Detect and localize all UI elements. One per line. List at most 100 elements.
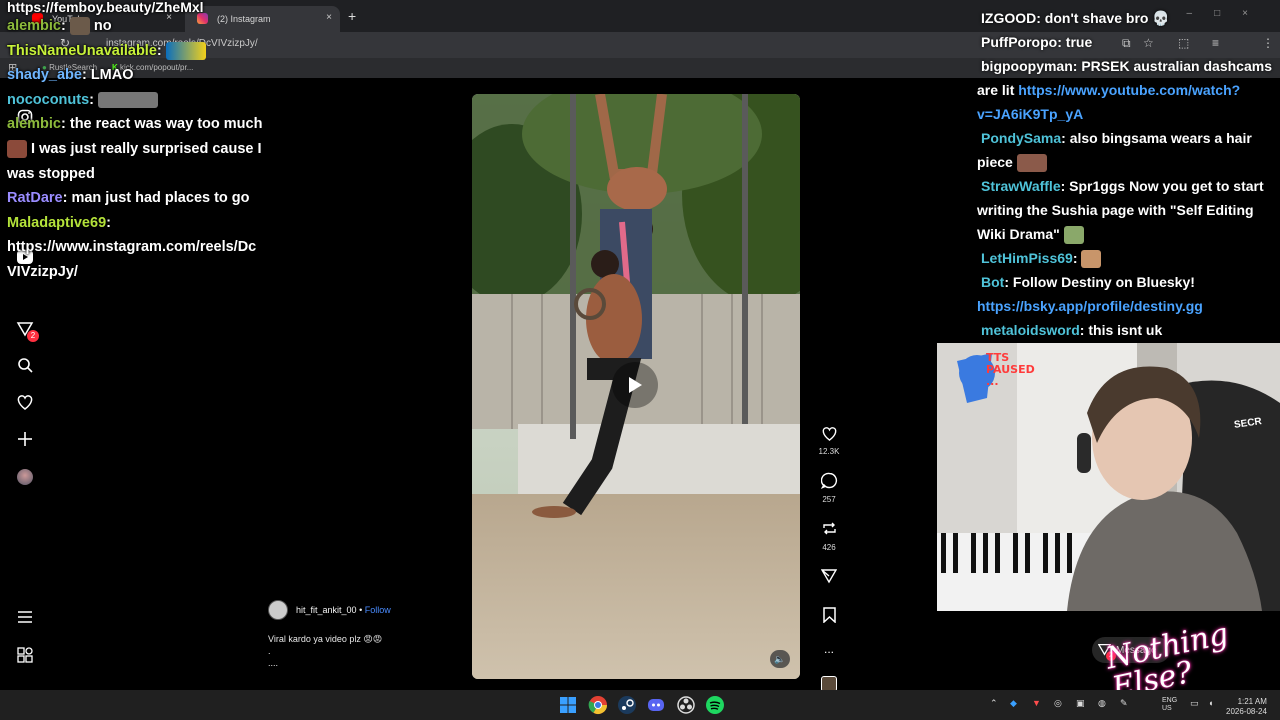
chat-line: IZGOOD: don't shave bro 💀 xyxy=(981,10,1170,26)
chat-line: v=JA6iK9Tp_yA xyxy=(977,102,1277,126)
hamburger-menu-icon[interactable] xyxy=(14,606,36,628)
tts-paused-label: TTS PAUSED ... xyxy=(986,351,1035,388)
notifications-heart-icon[interactable] xyxy=(14,391,36,413)
chat-message: Spr1ggs Now you get to start xyxy=(1069,178,1264,194)
chat-message: no xyxy=(93,18,112,34)
repost-button[interactable]: 426 xyxy=(814,520,844,552)
profile-avatar[interactable] xyxy=(14,466,36,488)
chat-username: alembic xyxy=(7,116,61,133)
chat-line: ThisNameUnavailable: xyxy=(7,39,327,64)
save-button[interactable] xyxy=(814,607,844,628)
tray-obs-icon[interactable]: ◎ xyxy=(1054,698,1062,709)
chat-link[interactable]: https://www.youtube.com/watch? xyxy=(1018,82,1240,98)
follow-button[interactable]: Follow xyxy=(365,605,391,615)
tray-mic-icon[interactable]: ◍ xyxy=(1098,698,1106,709)
chat-link[interactable]: https://www.instagram.com/reels/Dc xyxy=(7,239,256,255)
chat-message: are lit xyxy=(977,82,1015,98)
windows-taskbar: ⌃ ◆ ▼ ◎ ▣ ◍ ✎ ENG US ▭ ◖ xyxy=(0,690,1280,720)
emote-image xyxy=(165,41,206,60)
chat-username: Maladaptive69 xyxy=(7,214,107,231)
poster-avatar[interactable] xyxy=(268,600,288,620)
network-icon[interactable]: ▭ xyxy=(1190,698,1199,709)
chat-line[interactable]: VIVzizpJy/ xyxy=(7,260,327,285)
mute-icon[interactable]: 🔈 xyxy=(770,650,790,668)
chat-username: alembic xyxy=(7,18,61,34)
desktop-screen: YouTube × (2) Instagram × + –□× ← ↻ inst… xyxy=(0,0,1280,720)
bookmark-icon xyxy=(822,607,836,624)
also-from-meta-icon[interactable] xyxy=(14,644,36,666)
chat-line: Wiki Drama" xyxy=(977,222,1277,246)
chat-message: Wiki Drama" xyxy=(977,226,1060,242)
play-button[interactable] xyxy=(612,362,658,408)
repost-icon xyxy=(822,522,836,535)
chat-username: shady_abe xyxy=(7,67,82,84)
poster-username[interactable]: hit_fit_ankit_00 xyxy=(296,605,357,615)
chat-message: writing the Sushia page with "Self Editi… xyxy=(977,202,1254,218)
chat-link[interactable]: VIVzizpJy/ xyxy=(7,264,78,280)
chrome-icon[interactable] xyxy=(588,695,608,715)
chat-line: was stopped xyxy=(7,162,327,187)
tray-brave-icon[interactable]: ▼ xyxy=(1032,698,1041,708)
discord-icon[interactable] xyxy=(646,695,666,715)
messages-icon[interactable]: 2 xyxy=(14,318,39,342)
chat-username: Bot xyxy=(981,274,1005,290)
chat-message: the react was way too much xyxy=(69,116,263,133)
chat-username: LetHimPiss69 xyxy=(981,250,1073,266)
comment-count: 257 xyxy=(822,495,836,504)
caption-line: . xyxy=(268,646,271,656)
create-plus-icon[interactable] xyxy=(14,428,36,450)
system-clock[interactable]: 1:21 AM 2026-08-24 xyxy=(1226,697,1267,717)
search-icon[interactable] xyxy=(14,354,36,376)
chat-message: was stopped xyxy=(7,165,95,182)
tray-pen-icon[interactable]: ✎ xyxy=(1120,698,1128,709)
reel-actions: 12.3K 257 426 ... xyxy=(814,426,844,697)
chat-line: Maladaptive69: xyxy=(7,214,111,231)
share-icon xyxy=(820,569,838,584)
comment-icon xyxy=(820,472,837,489)
emote-image xyxy=(69,17,90,36)
chat-line: piece xyxy=(977,150,1277,174)
steam-icon[interactable] xyxy=(617,695,637,715)
tray-app-icon[interactable]: ◆ xyxy=(1010,698,1017,709)
reel-caption[interactable]: Viral kardo ya video plz 😡😡 . .... xyxy=(268,633,382,669)
like-count: 12.3K xyxy=(818,447,840,456)
chat-line[interactable]: https://www.instagram.com/reels/Dc xyxy=(7,235,327,260)
chat-username: ThisNameUnavailable xyxy=(7,42,157,59)
chat-line: are lit https://www.youtube.com/watch? xyxy=(977,78,1277,102)
emote-image xyxy=(7,140,27,159)
chat-message: man just had places to go xyxy=(71,190,250,207)
comment-button[interactable]: 257 xyxy=(814,472,844,504)
tray-monitor-icon[interactable]: ▣ xyxy=(1076,698,1085,709)
chat-message: true xyxy=(1065,34,1093,50)
chat-link[interactable]: v=JA6iK9Tp_yA xyxy=(977,106,1083,122)
emote-image xyxy=(1081,250,1102,269)
emote-image xyxy=(1016,154,1047,173)
separator-dot: • xyxy=(359,605,363,615)
heart-icon xyxy=(822,427,836,441)
share-button[interactable] xyxy=(814,568,844,589)
tray-chevron-icon[interactable]: ⌃ xyxy=(990,698,998,709)
language-indicator[interactable]: ENG US xyxy=(1162,697,1177,713)
chat-username: PuffPoropo xyxy=(981,34,1058,50)
new-tab-button[interactable]: + xyxy=(348,8,356,24)
more-options-button[interactable]: ... xyxy=(814,642,844,656)
chat-message: this isnt uk xyxy=(1088,322,1163,338)
close-tab-icon[interactable]: × xyxy=(326,12,332,23)
like-button[interactable]: 12.3K xyxy=(814,426,844,456)
spotify-icon[interactable] xyxy=(705,695,725,715)
chat-line: writing the Sushia page with "Self Editi… xyxy=(977,198,1277,222)
chat-link[interactable]: https://bsky.app/profile/destiny.gg xyxy=(977,298,1203,314)
chat-line: alembic: no xyxy=(7,17,112,36)
chat-message: I was just really surprised cause I xyxy=(31,140,262,157)
chat-message: LMAO xyxy=(90,67,134,84)
chat-message: PRSEK australian dashcams xyxy=(1081,58,1272,74)
chat-username: nococonuts xyxy=(7,91,90,108)
chat-line: PuffPoropo: true xyxy=(981,34,1093,50)
chat-line: bigpoopyman: PRSEK australian dashcams xyxy=(981,58,1272,74)
chat-message: piece xyxy=(977,154,1013,170)
obs-icon[interactable] xyxy=(676,695,696,715)
volume-icon[interactable]: ◖ xyxy=(1208,698,1213,708)
emote-image xyxy=(1063,226,1084,245)
start-menu-icon[interactable] xyxy=(558,695,578,715)
chat-line: shady_abe: LMAO xyxy=(7,67,134,84)
